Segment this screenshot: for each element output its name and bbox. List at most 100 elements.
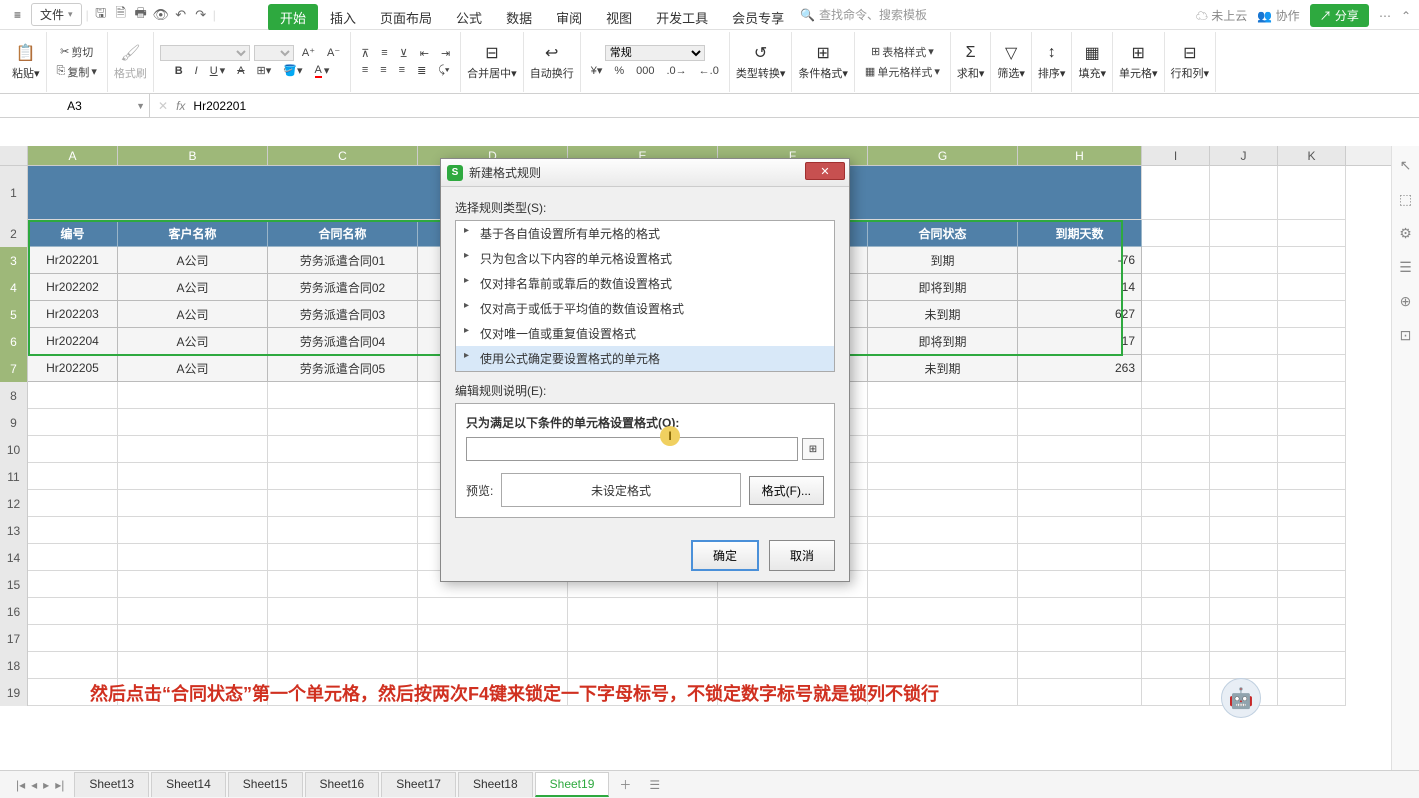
cell-B15[interactable] bbox=[118, 571, 268, 598]
data-cell-K7[interactable] bbox=[1278, 355, 1346, 382]
cell-G16[interactable] bbox=[868, 598, 1018, 625]
rule-type-item-3[interactable]: 仅对高于或低于平均值的数值设置格式 bbox=[456, 296, 834, 321]
cell-G15[interactable] bbox=[868, 571, 1018, 598]
row-header-2[interactable]: 2 bbox=[0, 220, 28, 247]
align-right-icon[interactable]: ≡ bbox=[395, 63, 409, 77]
cell-C12[interactable] bbox=[268, 490, 418, 517]
cell-B13[interactable] bbox=[118, 517, 268, 544]
cell-B12[interactable] bbox=[118, 490, 268, 517]
select-all-corner[interactable] bbox=[0, 146, 28, 165]
rule-type-item-5[interactable]: 使用公式确定要设置格式的单元格 bbox=[456, 346, 834, 371]
data-cell-H7[interactable]: 263 bbox=[1018, 355, 1142, 382]
data-cell-J5[interactable] bbox=[1210, 301, 1278, 328]
file-menu[interactable]: 文件 ▾ bbox=[31, 3, 82, 26]
sheet-next-icon[interactable]: ▸ bbox=[43, 778, 49, 792]
data-cell-H3[interactable]: -76 bbox=[1018, 247, 1142, 274]
cell-G18[interactable] bbox=[868, 652, 1018, 679]
data-cell-C5[interactable]: 劳务派遣合同03 bbox=[268, 301, 418, 328]
percent-icon[interactable]: % bbox=[610, 64, 628, 78]
cell-style-button[interactable]: ▦ 单元格样式▾ bbox=[861, 63, 944, 81]
row-header-9[interactable]: 9 bbox=[0, 409, 28, 436]
cell-A11[interactable] bbox=[28, 463, 118, 490]
cell-A10[interactable] bbox=[28, 436, 118, 463]
data-cell-H6[interactable]: 17 bbox=[1018, 328, 1142, 355]
cell-G17[interactable] bbox=[868, 625, 1018, 652]
cell-J11[interactable] bbox=[1210, 463, 1278, 490]
cell-C8[interactable] bbox=[268, 382, 418, 409]
row-header-4[interactable]: 4 bbox=[0, 274, 28, 301]
indent-dec-icon[interactable]: ⇤ bbox=[416, 46, 433, 61]
cell-J17[interactable] bbox=[1210, 625, 1278, 652]
sheet-prev-icon[interactable]: ◂ bbox=[31, 778, 37, 792]
cell-B11[interactable] bbox=[118, 463, 268, 490]
copy-button[interactable]: ⎘ 复制▾ bbox=[53, 63, 101, 81]
header-cell-A[interactable]: 编号 bbox=[28, 220, 118, 247]
assistant-avatar[interactable]: 🤖 bbox=[1221, 678, 1261, 718]
save-icon[interactable]: 🖫 bbox=[93, 7, 109, 23]
name-box-input[interactable] bbox=[8, 99, 141, 113]
cell-K15[interactable] bbox=[1278, 571, 1346, 598]
preview-icon[interactable]: 👁 bbox=[153, 7, 169, 23]
print-icon[interactable]: 🖶 bbox=[133, 7, 149, 23]
header-cell-G[interactable]: 合同状态 bbox=[868, 220, 1018, 247]
data-cell-I4[interactable] bbox=[1142, 274, 1210, 301]
cell-A17[interactable] bbox=[28, 625, 118, 652]
col-header-C[interactable]: C bbox=[268, 146, 418, 165]
data-cell-J4[interactable] bbox=[1210, 274, 1278, 301]
data-cell-G6[interactable]: 即将到期 bbox=[868, 328, 1018, 355]
cell-K16[interactable] bbox=[1278, 598, 1346, 625]
underline-icon[interactable]: U▾ bbox=[206, 63, 229, 78]
cell-H9[interactable] bbox=[1018, 409, 1142, 436]
formula-input[interactable] bbox=[193, 99, 1411, 113]
cell[interactable] bbox=[1278, 166, 1346, 220]
font-family-select[interactable] bbox=[160, 45, 250, 61]
data-cell-B6[interactable]: A公司 bbox=[118, 328, 268, 355]
cell-G12[interactable] bbox=[868, 490, 1018, 517]
data-cell-C3[interactable]: 劳务派遣合同01 bbox=[268, 247, 418, 274]
cell-H13[interactable] bbox=[1018, 517, 1142, 544]
cell-B18[interactable] bbox=[118, 652, 268, 679]
cell-J12[interactable] bbox=[1210, 490, 1278, 517]
row-header-1[interactable]: 1 bbox=[0, 166, 28, 220]
data-cell-G7[interactable]: 未到期 bbox=[868, 355, 1018, 382]
data-cell-G3[interactable]: 到期 bbox=[868, 247, 1018, 274]
cell-A14[interactable] bbox=[28, 544, 118, 571]
row-header-14[interactable]: 14 bbox=[0, 544, 28, 571]
data-cell-H4[interactable]: 14 bbox=[1018, 274, 1142, 301]
data-cell-K3[interactable] bbox=[1278, 247, 1346, 274]
number-format-select[interactable]: 常规 bbox=[605, 45, 705, 61]
cell-G8[interactable] bbox=[868, 382, 1018, 409]
sum-button[interactable]: Σ求和▾ bbox=[957, 43, 985, 81]
cell-K19[interactable] bbox=[1278, 679, 1346, 706]
cell-B10[interactable] bbox=[118, 436, 268, 463]
col-header-G[interactable]: G bbox=[868, 146, 1018, 165]
data-cell-I5[interactable] bbox=[1142, 301, 1210, 328]
row-header-11[interactable]: 11 bbox=[0, 463, 28, 490]
cell-H17[interactable] bbox=[1018, 625, 1142, 652]
backup-icon[interactable]: ⊕ bbox=[1397, 292, 1415, 310]
share-button[interactable]: ↗ 分享 bbox=[1310, 4, 1369, 27]
cell-J18[interactable] bbox=[1210, 652, 1278, 679]
font-size-select[interactable] bbox=[254, 45, 294, 61]
sheet-tab-Sheet16[interactable]: Sheet16 bbox=[305, 772, 380, 797]
cell[interactable] bbox=[1142, 166, 1210, 220]
cell-H10[interactable] bbox=[1018, 436, 1142, 463]
data-cell-B7[interactable]: A公司 bbox=[118, 355, 268, 382]
cond-format-button[interactable]: ⊞条件格式▾ bbox=[798, 43, 848, 81]
align-bot-icon[interactable]: ⊻ bbox=[396, 46, 412, 61]
indent-inc-icon[interactable]: ⇥ bbox=[437, 46, 454, 61]
cell-H11[interactable] bbox=[1018, 463, 1142, 490]
data-cell-I6[interactable] bbox=[1142, 328, 1210, 355]
cell-B16[interactable] bbox=[118, 598, 268, 625]
cell-button[interactable]: ⊞单元格▾ bbox=[1119, 43, 1158, 81]
row-header-10[interactable]: 10 bbox=[0, 436, 28, 463]
decrease-font-icon[interactable]: A⁻ bbox=[323, 45, 344, 60]
dec-inc-icon[interactable]: .0→ bbox=[662, 64, 690, 78]
cell-E17[interactable] bbox=[568, 625, 718, 652]
comma-icon[interactable]: 000 bbox=[632, 64, 658, 78]
row-header-19[interactable]: 19 bbox=[0, 679, 28, 706]
data-cell-G4[interactable]: 即将到期 bbox=[868, 274, 1018, 301]
cell-I10[interactable] bbox=[1142, 436, 1210, 463]
cell-K13[interactable] bbox=[1278, 517, 1346, 544]
cell-G13[interactable] bbox=[868, 517, 1018, 544]
